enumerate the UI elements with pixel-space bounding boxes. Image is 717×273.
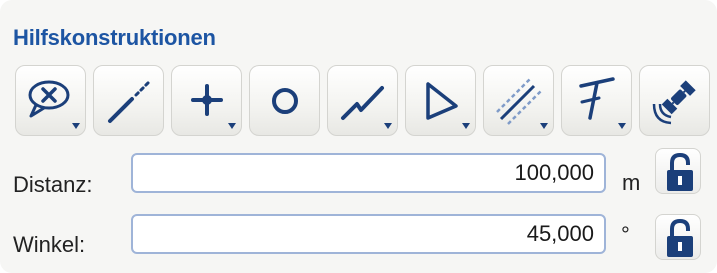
point-tool-button[interactable] — [171, 65, 242, 136]
construction-toolbar — [15, 65, 715, 137]
triangle-tool-button[interactable] — [405, 65, 476, 136]
circle-tool-button[interactable] — [249, 65, 320, 136]
unlocked-padlock-icon — [667, 218, 693, 257]
dropdown-caret-icon — [384, 123, 392, 129]
distance-input[interactable] — [131, 153, 606, 193]
satellite-icon — [652, 80, 696, 125]
unlocked-padlock-icon — [667, 152, 693, 191]
line-tool-button[interactable] — [93, 65, 164, 136]
circle-icon — [272, 88, 298, 114]
angle-unit: ° — [621, 222, 630, 247]
dropdown-caret-icon — [540, 123, 548, 129]
dropdown-caret-icon — [618, 123, 626, 129]
angle-input[interactable] — [131, 214, 606, 254]
dashed-line-icon — [108, 79, 152, 123]
panel-title: Hilfskonstruktionen — [13, 25, 216, 50]
parallel-tool-button[interactable] — [483, 65, 554, 136]
dropdown-caret-icon — [462, 123, 470, 129]
distance-lock-button[interactable] — [655, 148, 701, 194]
distance-label: Distanz: — [13, 172, 93, 197]
gps-tool-button[interactable] — [639, 65, 710, 136]
angle-label: Winkel: — [13, 232, 86, 257]
distance-unit: m — [622, 170, 641, 195]
angle-lock-button[interactable] — [655, 214, 701, 260]
cancel-tool-button[interactable] — [15, 65, 86, 136]
perpendicular-tool-button[interactable] — [561, 65, 632, 136]
construction-panel: Hilfskonstruktionen Distanz: 100,000 m W… — [0, 0, 717, 273]
dropdown-caret-icon — [72, 123, 80, 129]
polyline-tool-button[interactable] — [327, 65, 398, 136]
dropdown-caret-icon — [228, 123, 236, 129]
